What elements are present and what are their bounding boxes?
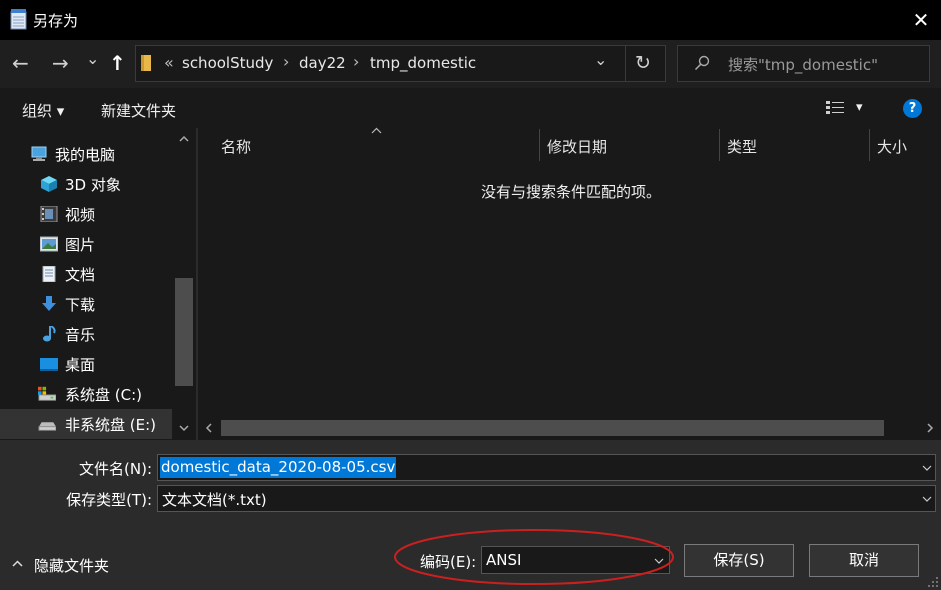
nav-item-label: 音乐 [65,326,96,344]
column-header-modified[interactable]: 修改日期 [547,136,607,157]
computer-icon [31,146,47,161]
up-icon[interactable]: ↑ [109,51,126,75]
overflow-icon[interactable]: « [164,53,174,72]
file-type-select[interactable]: 文本文档(*.txt) [157,485,936,512]
3d-objects-icon [41,176,57,192]
nav-item-video[interactable]: 视频 [0,199,172,229]
back-icon[interactable]: ← [12,51,29,75]
column-header-size[interactable]: 大小 [877,136,907,157]
nav-item-data-drive[interactable]: 非系统盘 (E:) [0,409,172,439]
annotation-ellipse [394,529,674,585]
music-icon [43,326,56,342]
scrollbar-thumb[interactable] [221,420,884,436]
file-list-pane [198,128,941,440]
nav-scrollbar[interactable] [172,128,196,440]
column-header-name[interactable]: 名称 [221,136,251,157]
nav-item-my-computer[interactable]: 我的电脑 [0,139,172,169]
file-type-value: 文本文档(*.txt) [162,491,267,509]
nav-item-label: 我的电脑 [55,146,116,164]
nav-item-label: 非系统盘 (E:) [65,416,157,434]
column-divider[interactable] [539,129,540,161]
organize-button[interactable]: 组织 ▾ [22,100,64,121]
breadcrumb-tmp-domestic[interactable]: tmp_domestic [370,54,476,72]
close-icon[interactable]: ✕ [908,7,934,33]
nav-item-label: 图片 [65,236,96,254]
breadcrumb-separator[interactable]: › [283,52,289,71]
column-header-type[interactable]: 类型 [727,136,757,157]
documents-icon [42,266,56,282]
filename-label: 文件名(N): [79,460,152,478]
search-input[interactable]: 搜索"tmp_domestic" [728,54,878,75]
nav-item-desktop[interactable]: 桌面 [0,349,172,379]
nav-item-system-drive[interactable]: 系统盘 (C:) [0,379,172,409]
column-divider[interactable] [869,129,870,161]
chevron-down-icon[interactable] [922,465,932,471]
refresh-icon[interactable]: ↻ [635,52,651,74]
save-button[interactable]: 保存(S) [684,544,794,577]
breadcrumb-schoolstudy[interactable]: schoolStudy [182,54,273,72]
scroll-right-icon[interactable] [927,423,934,433]
new-folder-button[interactable]: 新建文件夹 [101,100,176,121]
nav-item-music[interactable]: 音乐 [0,319,172,349]
nav-item-3d-objects[interactable]: 3D 对象 [0,169,172,199]
filename-field[interactable]: domestic_data_2020-08-05.csv [157,454,936,481]
notepad-icon [10,9,27,30]
filename-input-selected-text[interactable]: domestic_data_2020-08-05.csv [160,457,397,478]
scroll-up-icon[interactable] [179,135,189,142]
window-title: 另存为 [33,12,79,30]
chevron-up-icon [12,560,23,567]
nav-item-label: 桌面 [65,356,96,374]
help-icon[interactable]: ? [903,99,922,118]
folder-icon [141,55,151,71]
resize-grip-icon[interactable] [927,576,939,588]
scrollbar-thumb[interactable] [175,278,193,386]
search-icon [694,55,710,71]
breadcrumb-separator[interactable]: › [353,52,359,71]
nav-item-pictures[interactable]: 图片 [0,229,172,259]
divider [625,45,626,82]
nav-item-label: 系统盘 (C:) [65,386,142,404]
hide-folders-label: 隐藏文件夹 [34,557,110,575]
nav-item-documents[interactable]: 文档 [0,259,172,289]
download-icon [42,296,56,311]
drive-icon [38,422,56,431]
file-type-label: 保存类型(T): [66,491,152,509]
scroll-left-icon[interactable] [205,423,212,433]
chevron-down-icon[interactable] [922,496,932,502]
sort-ascending-icon [371,127,382,134]
view-list-icon[interactable] [826,100,844,116]
horizontal-scrollbar[interactable] [198,418,941,438]
recent-locations-icon[interactable]: ⌄ [86,49,99,68]
nav-item-label: 文档 [65,266,96,284]
column-divider[interactable] [719,129,720,161]
empty-state-message: 没有与搜索条件匹配的项。 [481,183,662,201]
desktop-icon [40,358,58,371]
pictures-icon [40,236,58,252]
title-bar [0,0,941,40]
nav-item-downloads[interactable]: 下载 [0,289,172,319]
forward-icon[interactable]: → [52,51,69,75]
scroll-down-icon[interactable] [179,425,189,432]
cancel-button[interactable]: 取消 [809,544,919,577]
nav-item-label: 下载 [65,296,96,314]
address-dropdown-icon[interactable]: ⌄ [594,50,607,69]
navigation-pane: 我的电脑 3D 对象 视频 图片 文档 下载 音乐 桌面 系统盘 (C:) 非系… [0,128,196,440]
nav-item-label: 视频 [65,206,96,224]
view-options-caret-icon[interactable]: ▾ [856,100,863,115]
nav-item-label: 3D 对象 [65,176,121,194]
video-icon [40,206,58,222]
system-drive-icon [38,386,56,401]
breadcrumb-day22[interactable]: day22 [299,54,346,72]
